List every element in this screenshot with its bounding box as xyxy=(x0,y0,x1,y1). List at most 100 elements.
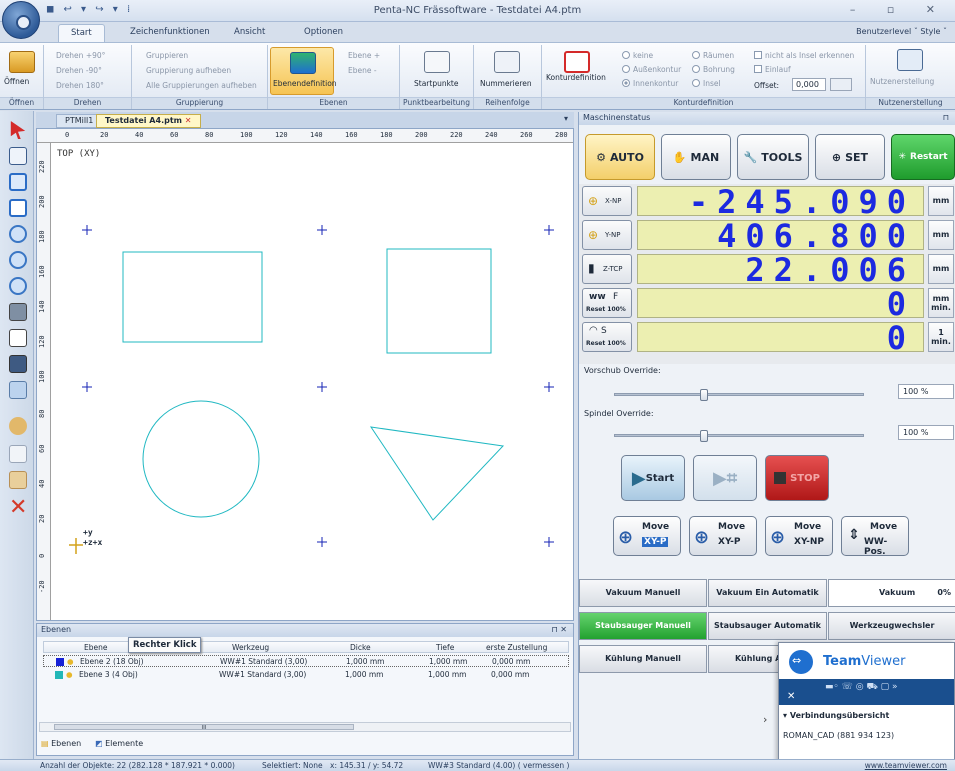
konturdefinition-button[interactable]: Konturdefinition xyxy=(546,73,606,82)
zoom-in-icon[interactable] xyxy=(9,251,27,269)
radio-keine[interactable]: keine xyxy=(622,51,653,60)
circle-shape[interactable] xyxy=(142,400,260,518)
vorschub-slider-thumb[interactable] xyxy=(700,389,708,401)
table-row[interactable]: ● Ebene 2 (18 Obj) WW#1 Standard (3,00) … xyxy=(43,655,569,667)
lightbulb-icon[interactable]: ● xyxy=(66,670,73,679)
kuehlung-manuell-button[interactable]: Kühlung Manuell xyxy=(579,645,707,673)
paste-icon[interactable] xyxy=(9,471,27,489)
rotate-180-button[interactable]: Drehen 180° xyxy=(56,81,104,90)
move-xy-p-button-2[interactable]: ⊕ Move XY-P xyxy=(689,516,757,556)
tab-start[interactable]: Start xyxy=(58,24,105,42)
panel-pin-close[interactable]: ⊓ ✕ xyxy=(552,625,568,634)
teamviewer-link[interactable]: www.teamviewer.com xyxy=(865,761,947,770)
tab-testdatei[interactable]: Testdatei A4.ptm ✕ xyxy=(96,114,201,128)
pen-icon[interactable] xyxy=(9,147,27,165)
square-shape[interactable] xyxy=(386,248,492,354)
verbindungsuebersicht-header[interactable]: ▾ Verbindungsübersicht xyxy=(783,711,889,720)
nutzenerstellung-button[interactable]: Nutzenerstellung xyxy=(870,77,934,86)
mode-man-button[interactable]: ✋ MAN xyxy=(661,134,731,180)
open-button[interactable]: Öffnen xyxy=(4,77,29,86)
panel-pin[interactable]: ⊓ xyxy=(943,113,949,122)
drawing-svg[interactable] xyxy=(37,129,574,621)
table-row[interactable]: ● Ebene 3 (4 Obj) WW#1 Standard (3,00) 1… xyxy=(43,669,569,681)
column-header[interactable]: Tiefe xyxy=(436,643,454,652)
radio-aussenkontur[interactable]: Außenkontur xyxy=(622,65,681,74)
close-tab-icon[interactable]: ✕ xyxy=(185,116,192,125)
start-button[interactable]: ▶ Start xyxy=(621,455,685,501)
teamviewer-popup[interactable]: ⇔ TeamViewer ✕ ▬◦ ☏ ◎ ⛟ ▢ » › ▾ Verbindu… xyxy=(763,642,955,771)
expand-icon[interactable]: › xyxy=(763,713,777,727)
move-xy-np-button[interactable]: ⊕ Move XY-NP xyxy=(765,516,833,556)
axis-z-tcp-button[interactable]: ▮ Z-TCP xyxy=(582,254,632,284)
startpunkte-button[interactable]: Startpunkte xyxy=(414,79,459,88)
simulation-button[interactable]: ▶⌗ xyxy=(693,455,757,501)
stop-button[interactable]: STOP xyxy=(765,455,829,501)
ebene-minus-button[interactable]: Ebene - xyxy=(348,66,377,75)
mode-tools-button[interactable]: 🔧 TOOLS xyxy=(737,134,809,180)
offset-spinner[interactable] xyxy=(830,78,852,91)
axis-x-np-button[interactable]: ⊕ X-NP xyxy=(582,186,632,216)
restart-button[interactable]: ✳ Restart xyxy=(891,134,955,180)
delete-icon[interactable]: ✕ xyxy=(9,497,27,519)
check-nicht-als-insel[interactable]: nicht als Insel erkennen xyxy=(754,51,854,60)
vorschub-slider-track[interactable] xyxy=(614,393,864,396)
mode-auto-button[interactable]: ⚙ AUTO xyxy=(585,134,655,180)
tab-ebenen[interactable]: ▤ Ebenen xyxy=(41,739,81,748)
rotate-minus90-button[interactable]: Drehen -90° xyxy=(56,66,102,75)
tab-zeichenfunktionen[interactable]: Zeichenfunktionen xyxy=(118,24,222,42)
connection-entry[interactable]: ROMAN_CAD (881 934 123) xyxy=(783,731,894,740)
window-controls[interactable]: – ▫ ✕ xyxy=(850,3,949,16)
benutzerlevel-menu[interactable]: Benutzerlevel ˇ Style ˇ xyxy=(856,27,947,36)
tab-optionen[interactable]: Optionen xyxy=(292,24,355,42)
gruppierung-aufheben-button[interactable]: Gruppierung aufheben xyxy=(146,66,231,75)
teamviewer-toolbar-icons[interactable]: ▬◦ ☏ ◎ ⛟ ▢ » xyxy=(825,682,898,693)
column-header[interactable]: Dicke xyxy=(350,643,371,652)
tab-dropdown-icon[interactable]: ▾ xyxy=(564,114,568,123)
nummerieren-button[interactable]: Nummerieren xyxy=(480,79,532,88)
ebenendefinition-button[interactable]: Ebenendefinition xyxy=(270,47,337,95)
vakuum-ein-automatik-button[interactable]: Vakuum Ein Automatik xyxy=(708,579,827,607)
staubsauger-manuell-button[interactable]: Staubsauger Manuell xyxy=(579,612,707,640)
cube-icon[interactable] xyxy=(9,381,27,399)
radio-insel[interactable]: Insel xyxy=(692,79,721,88)
move-ww-pos-button[interactable]: ⇕ Move WW-Pos. xyxy=(841,516,909,557)
lightbulb-icon[interactable]: ● xyxy=(67,657,74,666)
scissors-icon[interactable] xyxy=(9,417,27,435)
ebene-plus-button[interactable]: Ebene + xyxy=(348,51,380,60)
zoom-extents-icon[interactable] xyxy=(9,329,27,347)
application-menu-button[interactable] xyxy=(2,1,40,39)
horizontal-scrollbar[interactable]: III xyxy=(39,722,571,732)
werkzeugwechsler-button[interactable]: Werkzeugwechsler xyxy=(828,612,955,640)
column-header[interactable]: Werkzeug xyxy=(232,643,269,652)
column-header[interactable]: Ebene xyxy=(84,643,107,652)
tab-ansicht[interactable]: Ansicht xyxy=(222,24,277,42)
gruppieren-button[interactable]: Gruppieren xyxy=(146,51,188,60)
feed-reset-button[interactable]: ᴡᴡ F Reset 100% xyxy=(582,288,632,318)
move-xy-p-button-1[interactable]: ⊕ Move XY-P xyxy=(613,516,681,556)
spindel-slider-track[interactable] xyxy=(614,434,864,437)
3d-view-icon[interactable] xyxy=(9,355,27,373)
column-header[interactable]: erste Zustellung xyxy=(486,643,547,652)
alle-gruppierungen-aufheben-button[interactable]: Alle Gruppierungen aufheben xyxy=(146,81,257,90)
zoom-icon[interactable] xyxy=(9,225,27,243)
staubsauger-automatik-button[interactable]: Staubsauger Automatik xyxy=(708,612,827,640)
check-einlauf[interactable]: Einlauf xyxy=(754,65,791,74)
axis-y-np-button[interactable]: ⊕ Y-NP xyxy=(582,220,632,250)
rotate-plus90-button[interactable]: Drehen +90° xyxy=(56,51,105,60)
scrollbar-thumb[interactable]: III xyxy=(54,724,354,731)
rectangle-shape[interactable] xyxy=(122,251,263,343)
grid-select-icon[interactable] xyxy=(9,199,27,217)
radio-bohrung[interactable]: Bohrung xyxy=(692,65,735,74)
triangle-shape[interactable] xyxy=(369,426,505,521)
zoom-window-icon[interactable] xyxy=(9,303,27,321)
radio-raeumen[interactable]: Räumen xyxy=(692,51,734,60)
zoom-out-icon[interactable] xyxy=(9,277,27,295)
spindle-reset-button[interactable]: ◠ S Reset 100% xyxy=(582,322,632,352)
quick-access-toolbar[interactable]: ◼ ↩ ▾ ↪ ▾ ⁞ xyxy=(46,4,133,15)
offset-input[interactable]: 0,000 xyxy=(792,78,826,91)
spindel-slider-thumb[interactable] xyxy=(700,430,708,442)
mode-set-button[interactable]: ⊕ SET xyxy=(815,134,885,180)
copy-icon[interactable] xyxy=(9,445,27,463)
drawing-canvas[interactable]: 0 20 40 60 80 100 120 140 160 180 200 220 240 260 280 … xyxy=(36,128,574,621)
radio-innenkontur[interactable]: Innenkontur xyxy=(622,79,678,88)
